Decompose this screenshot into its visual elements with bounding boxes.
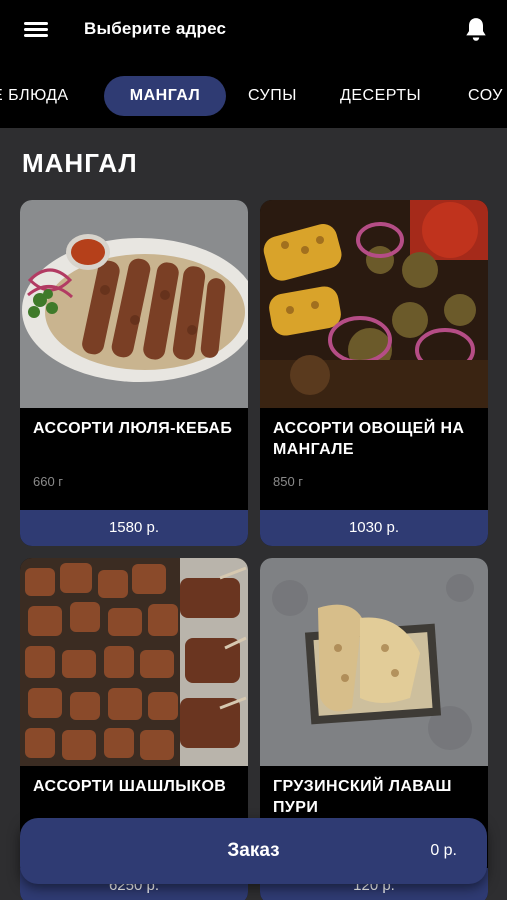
price-button[interactable]: 1580 р. bbox=[20, 510, 248, 546]
product-weight: 850 г bbox=[273, 474, 304, 489]
bell-icon[interactable] bbox=[463, 16, 489, 44]
hamburger-menu-icon[interactable] bbox=[24, 20, 50, 40]
price-button[interactable]: 1030 р. bbox=[260, 510, 488, 546]
product-photo-lyulya-kebab bbox=[20, 200, 248, 408]
top-bar: Выберите адрес bbox=[0, 0, 507, 62]
tab-main-dishes[interactable]: Е БЛЮДА bbox=[0, 76, 69, 116]
product-name: Грузинский лаваш пури bbox=[273, 778, 452, 816]
order-total: 0 р. bbox=[430, 842, 457, 859]
tab-soups[interactable]: СУПЫ bbox=[248, 76, 297, 116]
product-card[interactable]: Ассорти люля-кебаб 660 г 1580 р. bbox=[20, 200, 248, 546]
product-photo-lavash-puri bbox=[260, 558, 488, 766]
section-title: МАНГАЛ bbox=[22, 148, 138, 178]
product-name: Ассорти люля-кебаб bbox=[33, 420, 233, 437]
address-selector[interactable]: Выберите адрес bbox=[84, 19, 226, 39]
product-weight: 660 г bbox=[33, 474, 64, 489]
product-name: Ассорти шашлыков bbox=[33, 778, 227, 795]
product-card[interactable]: Ассорти овощей на мангале 850 г 1030 р. bbox=[260, 200, 488, 546]
product-photo-grilled-vegetables bbox=[260, 200, 488, 408]
tab-desserts[interactable]: ДЕСЕРТЫ bbox=[340, 76, 421, 116]
order-label: Заказ bbox=[227, 840, 280, 861]
order-button[interactable]: Заказ 0 р. bbox=[20, 818, 487, 884]
tab-sauces[interactable]: СОУ bbox=[468, 76, 503, 116]
tab-mangal[interactable]: МАНГАЛ bbox=[104, 76, 226, 116]
category-tabs: Е БЛЮДА МАНГАЛ СУПЫ ДЕСЕРТЫ СОУ bbox=[0, 62, 507, 128]
product-photo-shashlik-assorti bbox=[20, 558, 248, 766]
product-name: Ассорти овощей на мангале bbox=[273, 420, 465, 458]
